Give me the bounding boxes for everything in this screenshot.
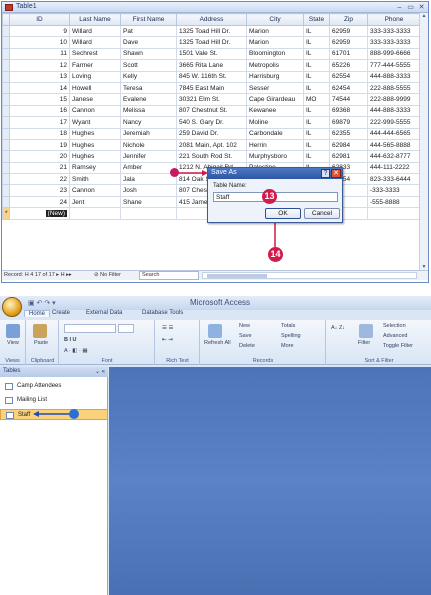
access-window: Microsoft Access ▣ ↶ ↷ ▾ Home Create Ext… — [0, 296, 431, 595]
view-button[interactable]: View — [7, 340, 19, 346]
navigation-pane: Tables ⌄ « Camp Attendees Mailing List S… — [0, 367, 108, 595]
nav-arrow — [33, 409, 79, 419]
nav-item-label: Camp Attendees — [17, 383, 62, 389]
help-button[interactable]: ? — [321, 169, 330, 178]
totals-button[interactable]: Totals — [281, 323, 295, 329]
filter-icon[interactable] — [359, 324, 373, 338]
view-icon[interactable] — [6, 324, 20, 338]
collapse-icon[interactable]: ⌄ « — [95, 368, 105, 375]
refresh-icon[interactable] — [208, 324, 222, 338]
nav-pane-title: Tables — [3, 368, 21, 374]
table-icon — [5, 383, 13, 390]
access-title: Microsoft Access — [190, 298, 251, 307]
pointer-dot-row — [170, 168, 179, 177]
table-name-label: Table Name: — [213, 183, 247, 189]
more-button[interactable]: More — [281, 343, 294, 349]
nav-item-camp-attendees[interactable]: Camp Attendees — [0, 381, 108, 392]
group-clipboard: Paste Clipboard — [27, 320, 59, 365]
group-views-label: Views — [5, 358, 20, 364]
group-sort-filter-label: Sort & Filter — [364, 358, 394, 364]
group-views: View Views — [0, 320, 26, 365]
cancel-button[interactable]: Cancel — [304, 208, 340, 219]
refresh-button[interactable]: Refresh All — [204, 340, 231, 346]
sort-icon[interactable]: A↓ Z↓ — [331, 325, 345, 331]
font-size-box[interactable] — [118, 324, 134, 333]
paste-icon[interactable] — [33, 324, 47, 338]
tab-create[interactable]: Create — [52, 310, 70, 316]
group-records-label: Records — [252, 358, 274, 364]
group-rich-text: ☰ ☰ ⇤ ⇥ Rich Text — [156, 320, 200, 365]
ok-button[interactable]: OK — [265, 208, 301, 219]
indent-icon[interactable]: ⇤ ⇥ — [162, 337, 173, 343]
access-titlebar: Microsoft Access — [0, 296, 431, 310]
dialog-close-button[interactable]: ✕ — [331, 169, 341, 178]
font-name-box[interactable] — [64, 324, 116, 333]
tab-external-data[interactable]: External Data — [86, 310, 122, 316]
callout-14: 14 — [268, 247, 283, 262]
font-color-icon[interactable]: A · ◧ · ▦ — [64, 348, 88, 354]
group-clipboard-label: Clipboard — [30, 358, 55, 364]
save-button[interactable]: Save — [239, 333, 252, 339]
group-sort-filter: A↓ Z↓ Filter Selection Advanced Toggle F… — [327, 320, 431, 365]
spelling-button[interactable]: Spelling — [281, 333, 301, 339]
pointer-dot-icon — [69, 409, 79, 419]
group-rich-text-label: Rich Text — [166, 358, 189, 364]
tab-home[interactable]: Home — [24, 310, 51, 317]
callout-13: 13 — [262, 189, 277, 204]
toggle-filter-button[interactable]: Toggle Filter — [383, 343, 413, 349]
office-button[interactable] — [2, 297, 22, 317]
workspace-background — [109, 367, 431, 595]
nav-pane-header[interactable]: Tables ⌄ « — [0, 367, 108, 377]
group-font-label: Font — [101, 358, 113, 364]
quick-access-toolbar[interactable]: ▣ ↶ ↷ ▾ — [28, 299, 56, 307]
paste-button[interactable]: Paste — [34, 340, 48, 346]
ribbon: View Views Paste Clipboard B I U A · ◧ ·… — [0, 320, 431, 365]
delete-button[interactable]: Delete — [239, 343, 255, 349]
group-font: B I U A · ◧ · ▦ Font — [60, 320, 155, 365]
advanced-button[interactable]: Advanced — [383, 333, 407, 339]
group-records: Refresh All New Save Delete Totals Spell… — [201, 320, 326, 365]
bold-icon[interactable]: B I U — [64, 337, 77, 343]
list-icon[interactable]: ☰ ☰ — [162, 325, 173, 331]
filter-button[interactable]: Filter — [358, 340, 370, 346]
selection-button[interactable]: Selection — [383, 323, 406, 329]
tab-database-tools[interactable]: Database Tools — [142, 310, 183, 316]
arrow-head-icon — [33, 411, 39, 417]
new-button[interactable]: New — [239, 323, 250, 329]
annotation-arrows — [178, 170, 278, 247]
